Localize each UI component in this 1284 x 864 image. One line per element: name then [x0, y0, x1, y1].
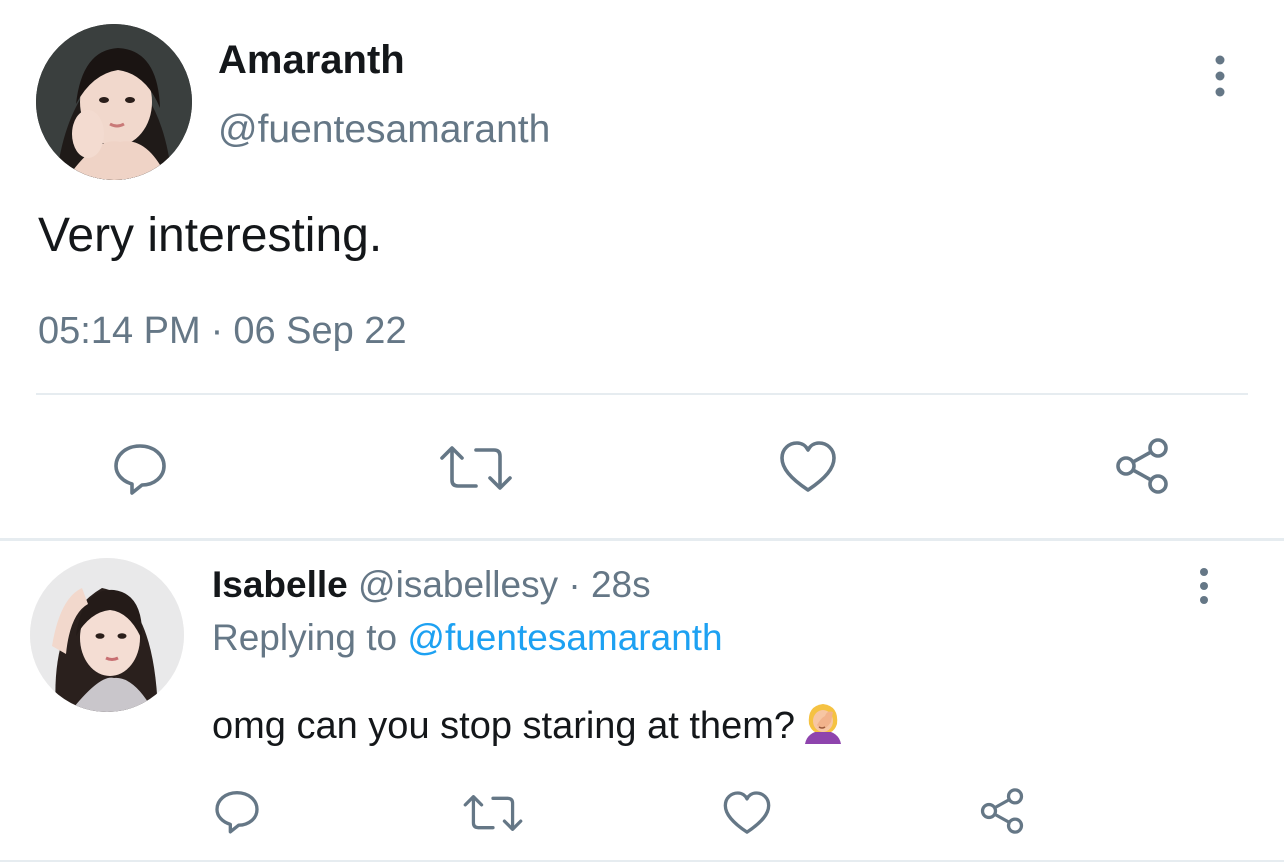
reply-author-name[interactable]: Isabelle: [212, 564, 348, 605]
share-button[interactable]: [1110, 436, 1174, 496]
timestamp-separator: ·: [210, 310, 224, 352]
replying-to-label: Replying to: [212, 617, 398, 658]
reply-header: Isabelle @isabellesy · 28s: [212, 564, 651, 606]
woman-facepalming-emoji: [801, 700, 845, 754]
reply-icon: [215, 791, 259, 834]
avatar-isabelle[interactable]: [30, 558, 184, 712]
author-name[interactable]: Amaranth: [218, 38, 405, 83]
avatar-photo: [36, 24, 192, 180]
reply-retweet-button[interactable]: [462, 790, 524, 836]
tweet-date: 06 Sep 22: [233, 310, 407, 352]
like-icon: [780, 441, 836, 492]
more-icon: [1215, 55, 1225, 97]
retweet-button[interactable]: [438, 440, 514, 496]
section-divider: [0, 538, 1284, 541]
share-icon: [1116, 438, 1168, 494]
reply-separator: ·: [568, 564, 581, 605]
more-options-button[interactable]: [1200, 52, 1240, 100]
reply-age: 28s: [590, 564, 651, 605]
reply-button[interactable]: [110, 438, 170, 498]
bottom-divider: [0, 860, 1284, 862]
tweet-text: Very interesting.: [38, 209, 383, 262]
like-button[interactable]: [778, 440, 838, 494]
facepalm-emoji-icon: [805, 704, 841, 744]
tweet-timestamp: 05:14 PM · 06 Sep 22: [38, 310, 407, 353]
reply-share-button[interactable]: [976, 786, 1028, 836]
like-icon: [723, 791, 771, 834]
reply-text: omg can you stop staring at them?: [212, 700, 845, 754]
reply-like-button[interactable]: [722, 790, 772, 836]
avatar-photo: [30, 558, 184, 712]
replying-to: Replying to @fuentesamaranth: [212, 617, 723, 659]
retweet-icon: [463, 795, 523, 831]
reply-text-body: omg can you stop staring at them?: [212, 705, 795, 747]
retweet-icon: [440, 446, 512, 490]
reply-more-options-button[interactable]: [1186, 566, 1222, 606]
replying-to-link[interactable]: @fuentesamaranth: [407, 617, 722, 658]
author-handle[interactable]: @fuentesamaranth: [218, 108, 550, 152]
reply-icon: [114, 444, 166, 495]
divider: [36, 393, 1248, 395]
share-icon: [980, 788, 1024, 834]
avatar-amaranth[interactable]: [36, 24, 192, 180]
reply-author-handle[interactable]: @isabellesy: [358, 564, 558, 605]
reply-reply-button[interactable]: [212, 786, 262, 836]
tweet-time: 05:14 PM: [38, 310, 201, 352]
more-icon: [1200, 568, 1208, 604]
